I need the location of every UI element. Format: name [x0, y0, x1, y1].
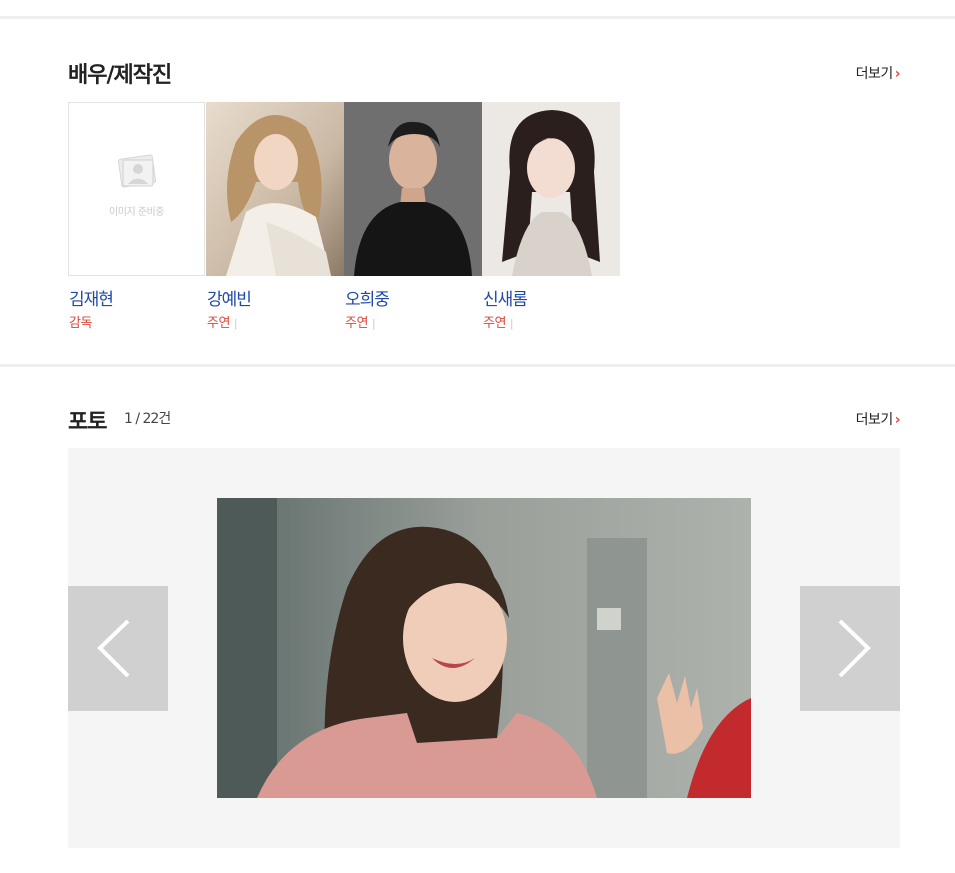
next-photo-button[interactable] [800, 586, 900, 711]
cast-item[interactable]: 오희중 주연 | [344, 102, 482, 331]
cast-photo[interactable] [344, 102, 482, 276]
chevron-right-icon: › [894, 66, 901, 82]
cast-item[interactable]: 신새롬 주연 | [482, 102, 620, 331]
cast-role: 주연 | [345, 312, 376, 331]
photo-counter: 1 / 22건 [124, 411, 171, 427]
main-photo[interactable] [217, 498, 751, 798]
placeholder-text: 이미지 준비중 [109, 207, 164, 218]
cast-list: 이미지 준비중 김재현 감독 강예빈 주연 | 오희중 주연 | 신새롬 주연 … [68, 102, 620, 331]
cast-photo[interactable] [206, 102, 344, 276]
photo-slider [68, 448, 900, 848]
cast-role: 주연 | [207, 312, 238, 331]
cast-role: 감독 [69, 312, 92, 331]
prev-photo-button[interactable] [68, 586, 168, 711]
cast-item[interactable]: 이미지 준비중 김재현 감독 [68, 102, 206, 331]
cast-name-link[interactable]: 신새롬 [483, 285, 528, 310]
cast-name-link[interactable]: 오희중 [345, 285, 390, 310]
chevron-right-icon: › [894, 412, 901, 428]
chevron-right-icon [838, 619, 871, 678]
cast-role-label: 주연 [207, 316, 230, 331]
cast-role-label: 감독 [69, 316, 92, 331]
cast-more-label: 더보기 [855, 66, 894, 82]
section-divider [0, 364, 955, 367]
role-separator: | [509, 317, 514, 330]
photo-section-title: 포토 [68, 410, 107, 435]
cast-role-label: 주연 [483, 316, 506, 331]
cast-section-title: 배우/제작진 [68, 63, 172, 88]
cast-photo-placeholder[interactable]: 이미지 준비중 [68, 102, 205, 276]
photo-more-label: 더보기 [855, 412, 894, 428]
cast-role-label: 주연 [345, 316, 368, 331]
cast-item[interactable]: 강예빈 주연 | [206, 102, 344, 331]
cast-more-link[interactable]: 더보기 › [855, 63, 901, 83]
top-divider [0, 16, 955, 19]
image-placeholder-icon [114, 153, 160, 191]
role-separator: | [371, 317, 376, 330]
photo-more-link[interactable]: 더보기 › [855, 409, 901, 429]
cast-name-link[interactable]: 김재현 [69, 285, 114, 310]
role-separator: | [233, 317, 238, 330]
cast-photo[interactable] [482, 102, 620, 276]
cast-role: 주연 | [483, 312, 514, 331]
chevron-left-icon [97, 619, 130, 678]
cast-name-link[interactable]: 강예빈 [207, 285, 252, 310]
